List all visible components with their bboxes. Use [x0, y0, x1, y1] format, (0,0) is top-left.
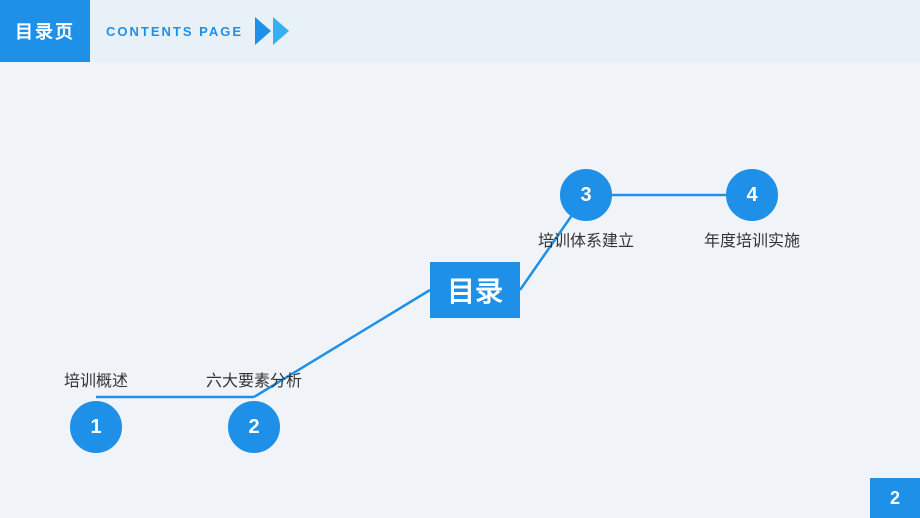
item-2-circle: 2: [228, 401, 280, 453]
double-chevron-icon: [255, 17, 289, 45]
item-1-label: 培训概述: [64, 367, 128, 391]
header-blue-bar: 目录页: [0, 0, 90, 62]
timeline-area: 培训概述 1 六大要素分析 2 目录 3 培训体系建立 4 年度培训实施: [0, 62, 920, 518]
item-4-label: 年度培训实施: [704, 227, 800, 251]
header-content-area: CONTENTS PAGE: [90, 0, 920, 62]
timeline-item-3: 3 培训体系建立: [560, 169, 612, 221]
timeline-item-4: 4 年度培训实施: [726, 169, 778, 221]
header: 目录页 CONTENTS PAGE: [0, 0, 920, 62]
item-1-circle: 1: [70, 401, 122, 453]
item-3-circle: 3: [560, 169, 612, 221]
timeline-item-2: 六大要素分析 2: [228, 401, 280, 453]
header-en-title: CONTENTS PAGE: [106, 24, 243, 39]
item-4-circle: 4: [726, 169, 778, 221]
timeline-item-1: 培训概述 1: [70, 401, 122, 453]
mulu-label: 目录: [447, 270, 503, 310]
item-3-label: 培训体系建立: [538, 227, 634, 251]
cn-title: 目录页: [15, 18, 75, 44]
mulu-box: 目录: [430, 262, 520, 318]
item-2-label: 六大要素分析: [206, 367, 302, 391]
